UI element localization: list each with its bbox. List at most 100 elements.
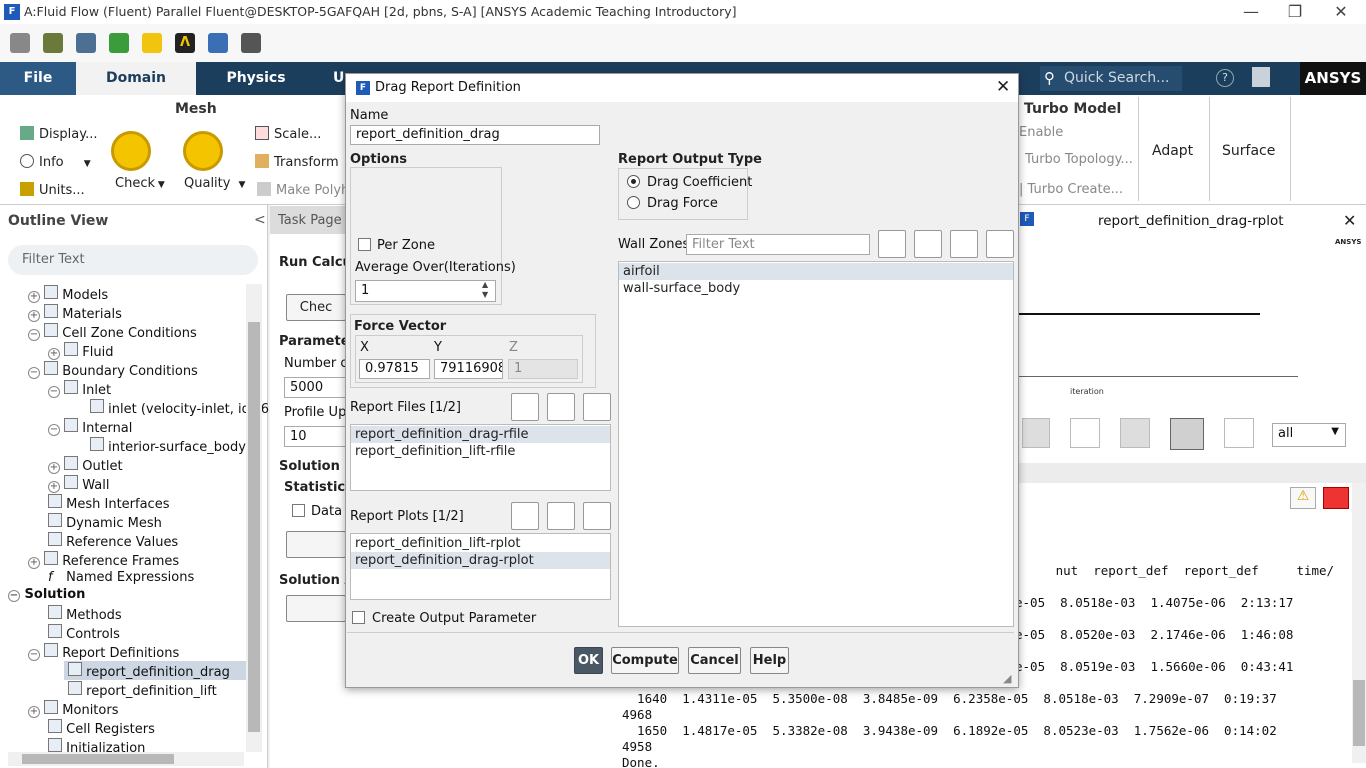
spinner-arrows-icon[interactable]: ▲ ▼ xyxy=(482,280,488,300)
document-icon[interactable] xyxy=(1224,418,1254,448)
restore-button[interactable]: ❐ xyxy=(1280,1,1310,23)
list-icon[interactable] xyxy=(511,393,539,421)
quality-button[interactable]: Quality ▼ xyxy=(184,176,245,191)
warning-icon[interactable]: ⚠ xyxy=(1290,487,1316,509)
layout-icon[interactable] xyxy=(1252,67,1270,87)
turbo-create-button[interactable]: | Turbo Create... xyxy=(1019,182,1123,197)
tree-item-cell-registers[interactable]: Cell Registers xyxy=(48,719,155,737)
mesh-icon[interactable] xyxy=(10,33,30,53)
help-icon[interactable]: ? xyxy=(1216,69,1234,87)
make-polyhedra-button[interactable]: Make Polyhe xyxy=(257,182,357,198)
compute-button[interactable]: Compute xyxy=(611,647,679,674)
tree-item-report-definition-lift[interactable]: report_definition_lift xyxy=(68,681,217,699)
check-case-button[interactable]: Chec xyxy=(286,294,346,321)
outline-filter-input[interactable]: Filter Text xyxy=(8,245,258,275)
tree-item-dynamic-mesh[interactable]: Dynamic Mesh xyxy=(48,513,162,531)
lightning-icon[interactable] xyxy=(142,33,162,53)
settings-list-icon[interactable] xyxy=(241,33,261,53)
drag-coefficient-radio[interactable] xyxy=(627,175,640,188)
force-x-input[interactable]: 0.97815 xyxy=(359,359,430,379)
data-sampling-checkbox[interactable] xyxy=(292,504,305,517)
outline-scroll-thumb[interactable] xyxy=(248,322,260,732)
ansys-logo-icon[interactable]: Λ xyxy=(175,33,195,53)
list-icon[interactable] xyxy=(511,502,539,530)
tree-item-boundary-conditions[interactable]: − Boundary Conditions xyxy=(28,361,198,379)
wall-zone-item[interactable]: wall-surface_body xyxy=(619,280,1013,297)
copy-view-icon[interactable] xyxy=(1120,418,1150,448)
tree-item-interior-surface-body[interactable]: interior-surface_body (i xyxy=(90,437,259,455)
tree-item-fluid[interactable]: + Fluid xyxy=(48,342,113,360)
swap-icon[interactable] xyxy=(208,33,228,53)
create-output-parameter-checkbox[interactable] xyxy=(352,611,365,624)
tree-item-internal[interactable]: − Internal xyxy=(48,418,132,436)
tree-item-methods[interactable]: Methods xyxy=(48,605,122,623)
quick-search[interactable]: ⚲ Quick Search... xyxy=(1040,66,1182,91)
calculate-button[interactable] xyxy=(286,595,346,622)
wall-zone-item[interactable]: airfoil xyxy=(619,263,1013,280)
outline-hscroll-thumb[interactable] xyxy=(22,754,174,764)
cube-icon[interactable] xyxy=(43,33,63,53)
adapt-button[interactable]: Adapt xyxy=(1152,143,1193,159)
close-plot-icon[interactable]: ✕ xyxy=(1343,211,1356,230)
check-list-icon[interactable] xyxy=(547,502,575,530)
per-zone-checkbox[interactable] xyxy=(358,238,371,251)
number-iterations-input[interactable]: 5000 xyxy=(284,377,346,398)
info-button[interactable]: Info ▼ xyxy=(20,154,91,170)
tree-item-cell-zone-conditions[interactable]: − Cell Zone Conditions xyxy=(28,323,197,341)
turbo-enable-checkbox[interactable]: Enable xyxy=(1019,125,1063,140)
tree-item-outlet[interactable]: + Outlet xyxy=(48,456,123,474)
clear-list-icon[interactable] xyxy=(583,502,611,530)
refresh-icon[interactable] xyxy=(109,33,129,53)
tab-user-defined[interactable]: Us xyxy=(316,62,353,95)
tree-item-inlet[interactable]: − Inlet xyxy=(48,380,111,398)
turbo-topology-button[interactable]: Turbo Topology... xyxy=(1025,152,1133,167)
tree-item-wall[interactable]: + Wall xyxy=(48,475,110,493)
report-file-item[interactable]: report_definition_lift-rfile xyxy=(351,443,610,460)
name-input[interactable]: report_definition_drag xyxy=(350,125,600,145)
list-icon[interactable] xyxy=(914,230,942,258)
check-button[interactable]: Check ▼ xyxy=(115,176,165,191)
tab-file[interactable]: File xyxy=(0,62,76,95)
close-window-button[interactable]: ✕ xyxy=(1326,1,1356,23)
resize-grip-icon[interactable]: ◢ xyxy=(1003,672,1011,685)
minimize-button[interactable]: — xyxy=(1236,1,1266,23)
cylinder-icon[interactable] xyxy=(76,33,96,53)
view-selector[interactable]: all ▼ xyxy=(1272,423,1346,447)
stop-icon[interactable] xyxy=(1323,487,1349,509)
plot-canvas[interactable] xyxy=(1018,235,1366,405)
collapse-panel-icon[interactable]: < xyxy=(254,212,266,228)
scale-button[interactable]: Scale... xyxy=(255,126,321,142)
display-button[interactable]: Display... xyxy=(20,126,97,142)
tree-item-mesh-interfaces[interactable]: Mesh Interfaces xyxy=(48,494,169,512)
tree-item-controls[interactable]: Controls xyxy=(48,624,120,642)
tab-physics[interactable]: Physics xyxy=(196,62,316,95)
tree-item-monitors[interactable]: + Monitors xyxy=(28,700,118,718)
dialog-close-icon[interactable]: ✕ xyxy=(996,77,1010,97)
check-list-icon[interactable] xyxy=(950,230,978,258)
console-scroll-thumb[interactable] xyxy=(1353,680,1365,746)
report-file-item[interactable]: report_definition_drag-rfile xyxy=(351,426,610,443)
ok-button[interactable]: OK xyxy=(574,647,603,674)
tree-item-reference-values[interactable]: Reference Values xyxy=(48,532,178,550)
report-plot-item[interactable]: report_definition_lift-rplot xyxy=(351,535,610,552)
tree-item-reference-frames[interactable]: + Reference Frames xyxy=(28,551,179,569)
plot-settings-icon[interactable] xyxy=(1022,418,1050,448)
report-plot-item[interactable]: report_definition_drag-rplot xyxy=(351,552,610,569)
check-list-icon[interactable] xyxy=(547,393,575,421)
tab-domain[interactable]: Domain xyxy=(76,62,196,95)
select-all-icon[interactable] xyxy=(878,230,906,258)
tree-item-report-definition-drag[interactable]: report_definition_drag xyxy=(68,662,230,680)
tree-item-named-expressions[interactable]: f Named Expressions xyxy=(48,570,194,585)
clear-list-icon[interactable] xyxy=(986,230,1014,258)
clear-list-icon[interactable] xyxy=(583,393,611,421)
cancel-button[interactable]: Cancel xyxy=(688,647,741,674)
units-button[interactable]: Units... xyxy=(20,182,85,198)
average-over-input[interactable]: 1 xyxy=(355,280,496,302)
transform-button[interactable]: Transform xyxy=(255,154,339,170)
tree-item-models[interactable]: + Models xyxy=(28,285,108,303)
task-button[interactable] xyxy=(286,531,346,558)
cube-view-icon[interactable] xyxy=(1070,418,1100,448)
axes-icon[interactable] xyxy=(1170,418,1204,450)
help-button[interactable]: Help xyxy=(750,647,789,674)
tree-item-solution[interactable]: − Solution xyxy=(8,587,85,602)
